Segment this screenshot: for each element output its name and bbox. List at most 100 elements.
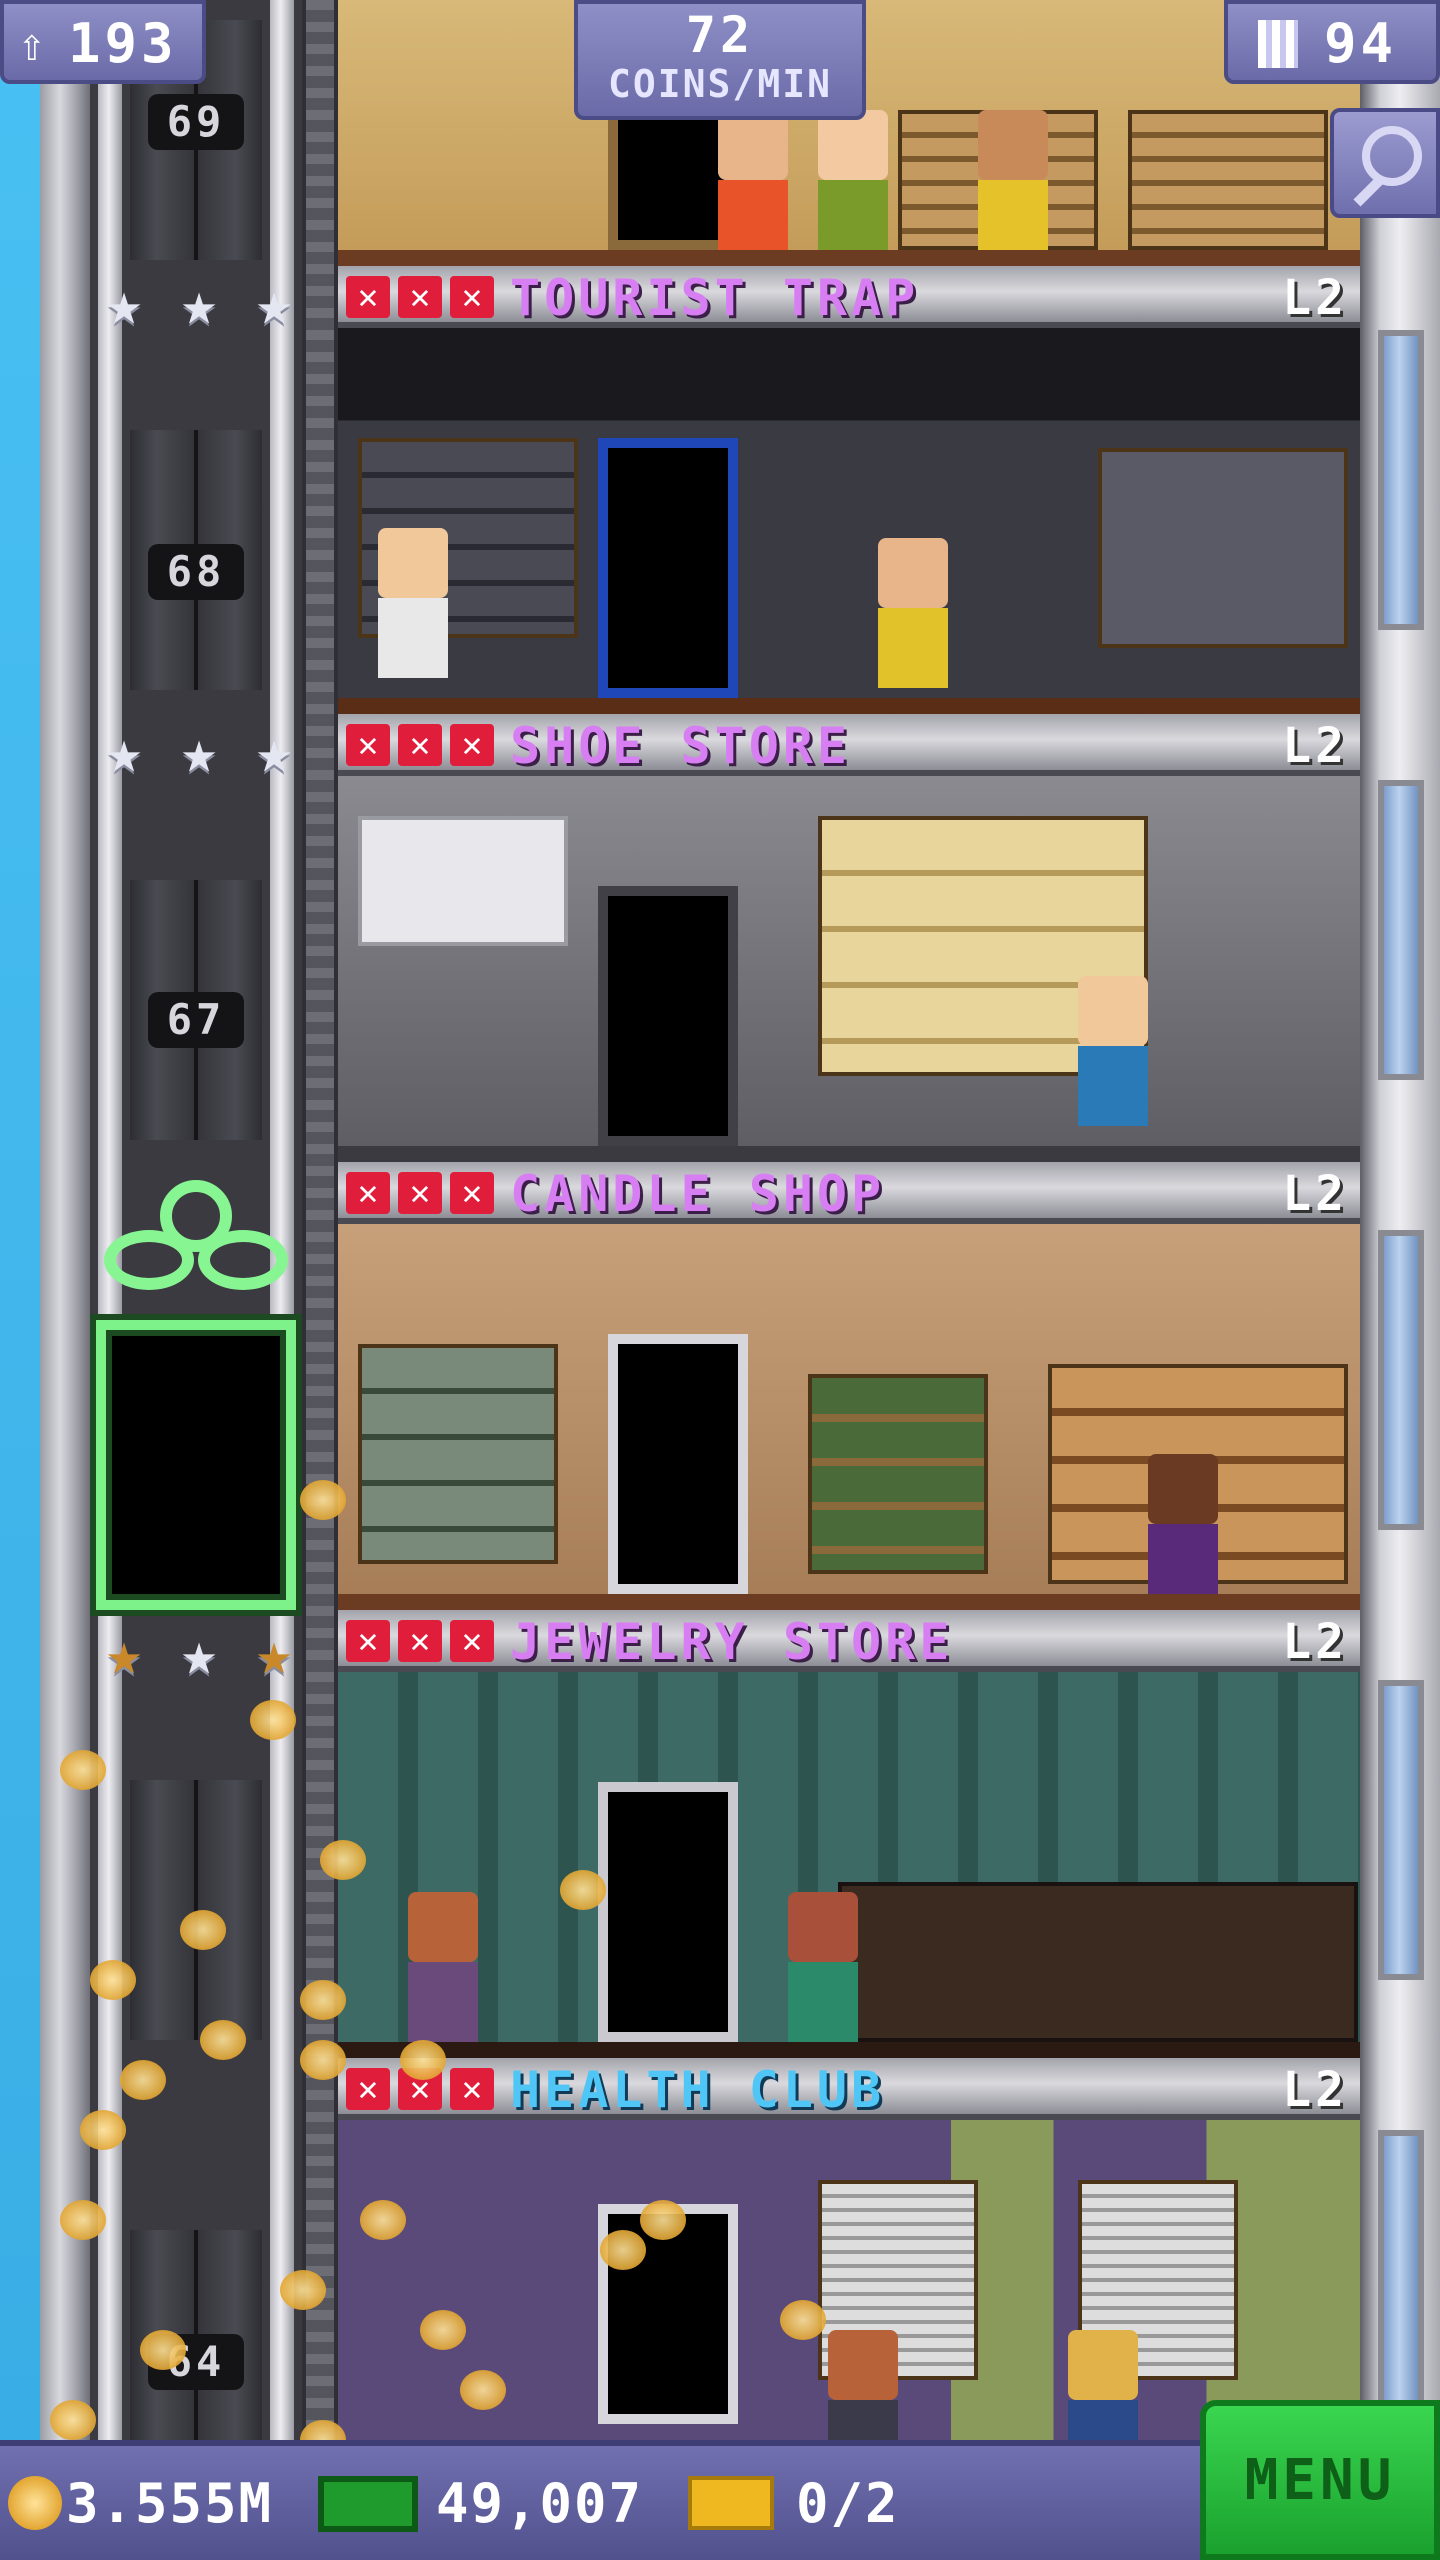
floor-candle-shop[interactable]: ✕ ✕ ✕ CANDLE SHOP L2 <box>338 1162 1360 1610</box>
citizen[interactable] <box>378 528 448 678</box>
population-counter[interactable]: ⇧ 193 <box>0 0 206 84</box>
coins-per-minute[interactable]: 72 COINS/MIN <box>574 0 866 120</box>
coin-icon <box>80 2110 126 2150</box>
window <box>1378 1680 1424 1980</box>
coin-icon <box>140 2330 186 2370</box>
citizen[interactable] <box>978 110 1048 260</box>
window <box>1378 1230 1424 1530</box>
star-icon: ★ <box>255 269 293 339</box>
floor-shoe-store[interactable]: ✕ ✕ ✕ SHOE STORE L2 <box>338 714 1360 1162</box>
coin-icon <box>320 1840 366 1880</box>
floor-count-value: 94 <box>1324 12 1398 75</box>
coin-icon <box>780 2300 826 2340</box>
x-icon: ✕ <box>346 1172 390 1214</box>
menu-button[interactable]: MENU <box>1200 2400 1440 2560</box>
citizen[interactable] <box>1148 1454 1218 1604</box>
coin-icon <box>50 2400 96 2440</box>
ticket-icon <box>688 2476 774 2530</box>
floor-stars: ★ ★ ★ <box>94 722 304 786</box>
ticket-count: 0/2 <box>796 2472 900 2535</box>
elevator-car[interactable] <box>96 1320 296 1610</box>
store-level: L2 <box>1282 270 1348 326</box>
coin-icon <box>300 1980 346 2020</box>
window <box>1378 330 1424 630</box>
window <box>1378 2130 1424 2430</box>
bux-balance: 49,007 <box>436 2472 644 2535</box>
cash-icon <box>318 2476 418 2532</box>
x-icon: ✕ <box>450 1172 494 1214</box>
search-button[interactable] <box>1330 108 1440 218</box>
coin-icon <box>250 1700 296 1740</box>
citizen[interactable] <box>828 2330 898 2440</box>
coin-icon <box>60 1750 106 1790</box>
floor-header: ✕ ✕ ✕ CANDLE SHOP L2 <box>338 1162 1360 1224</box>
store-name: TOURIST TRAP <box>510 269 920 327</box>
star-icon: ★ <box>180 1619 218 1689</box>
star-icon: ★ <box>255 1619 293 1689</box>
stock-marks: ✕ ✕ ✕ <box>346 1172 494 1214</box>
coin-icon <box>560 1870 606 1910</box>
x-icon: ✕ <box>346 2068 390 2110</box>
coin-icon <box>280 2270 326 2310</box>
coin-icon <box>90 1960 136 2000</box>
tower-left-pillar <box>40 0 90 2440</box>
citizen[interactable] <box>788 1892 858 2042</box>
coins-per-min-label: COINS/MIN <box>608 62 832 106</box>
store-level: L2 <box>1282 2062 1348 2118</box>
floor-number: 67 <box>148 992 244 1048</box>
building-icon <box>1258 20 1298 68</box>
floor-header: ✕ ✕ ✕ HEALTH CLUB L2 <box>338 2058 1360 2120</box>
coin-icon <box>360 2200 406 2240</box>
x-icon: ✕ <box>398 276 442 318</box>
x-icon: ✕ <box>398 724 442 766</box>
star-icon: ★ <box>105 717 143 787</box>
store-name: SHOE STORE <box>510 717 852 775</box>
coin-icon <box>180 1910 226 1950</box>
coin-balance: 3.555M <box>66 2472 274 2535</box>
coin-icon <box>400 2040 446 2080</box>
coin-icon <box>300 1480 346 1520</box>
floor-tourist-trap[interactable]: ✕ ✕ ✕ TOURIST TRAP L2 <box>338 266 1360 714</box>
stock-marks: ✕ ✕ ✕ <box>346 276 494 318</box>
coin-icon <box>300 2040 346 2080</box>
x-icon: ✕ <box>398 1620 442 1662</box>
person-up-icon: ⇧ <box>18 17 46 71</box>
citizen[interactable] <box>878 538 948 688</box>
citizen[interactable] <box>1078 976 1148 1126</box>
store-level: L2 <box>1282 1166 1348 1222</box>
store-name: HEALTH CLUB <box>510 2061 886 2119</box>
star-icon: ★ <box>105 269 143 339</box>
stock-marks: ✕ ✕ ✕ <box>346 724 494 766</box>
magnifier-icon <box>1362 126 1422 186</box>
star-icon: ★ <box>180 269 218 339</box>
citizen[interactable] <box>408 1892 478 2042</box>
x-icon: ✕ <box>450 276 494 318</box>
coin-icon <box>600 2230 646 2270</box>
coin-icon <box>120 2060 166 2100</box>
star-icon: ★ <box>180 717 218 787</box>
coins-per-min-value: 72 <box>685 6 755 64</box>
floor-jewelry-store[interactable]: ✕ ✕ ✕ JEWELRY STORE L2 <box>338 1610 1360 2058</box>
floor-number: 69 <box>148 94 244 150</box>
stock-marks: ✕ ✕ ✕ <box>346 1620 494 1662</box>
coin-icon <box>60 2200 106 2240</box>
floor-counter[interactable]: 94 <box>1224 0 1440 84</box>
x-icon: ✕ <box>346 1620 390 1662</box>
store-name: CANDLE SHOP <box>510 1165 886 1223</box>
store-name: JEWELRY STORE <box>510 1613 954 1671</box>
x-icon: ✕ <box>450 724 494 766</box>
floor-stars: ★ ★ ★ <box>94 274 304 338</box>
citizen[interactable] <box>1068 2330 1138 2440</box>
citizen[interactable] <box>718 110 788 260</box>
elevator-bow-decoration <box>100 1180 292 1310</box>
population-value: 193 <box>68 12 178 75</box>
store-level: L2 <box>1282 718 1348 774</box>
floor-header: ✕ ✕ ✕ SHOE STORE L2 <box>338 714 1360 776</box>
floor-header: ✕ ✕ ✕ JEWELRY STORE L2 <box>338 1610 1360 1672</box>
coin-icon <box>460 2370 506 2410</box>
sky-background <box>0 0 40 2440</box>
citizen[interactable] <box>818 110 888 260</box>
coin-icon <box>8 2476 62 2530</box>
floor-stars: ★ ★ ★ <box>94 1624 304 1688</box>
x-icon: ✕ <box>450 1620 494 1662</box>
